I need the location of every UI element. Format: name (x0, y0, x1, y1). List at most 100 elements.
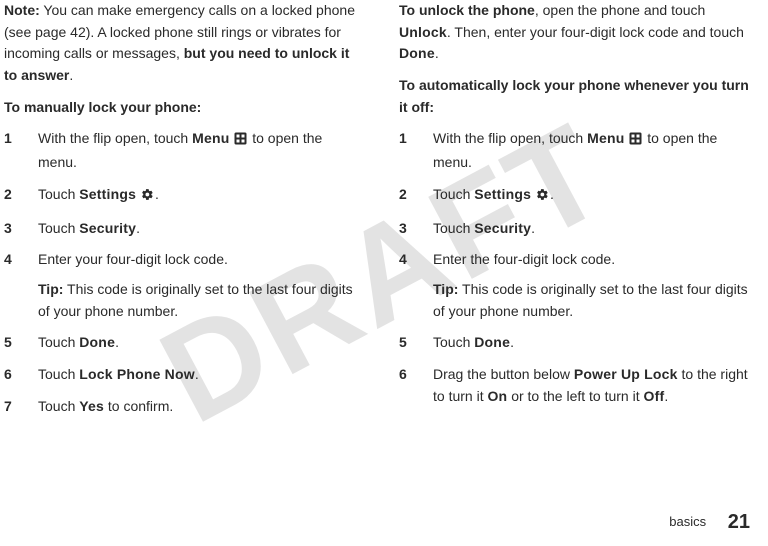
step-number: 4 (4, 249, 38, 322)
page-number: 21 (728, 511, 750, 533)
step-number: 5 (4, 332, 38, 354)
unlock-label: Unlock (399, 24, 447, 40)
step-body: Touch Done. (433, 332, 754, 354)
left-column: Note: You can make emergency calls on a … (4, 0, 359, 427)
text: . (435, 45, 439, 61)
tip-paragraph: Tip: This code is originally set to the … (433, 279, 754, 322)
page-footer: basics 21 (669, 507, 750, 538)
powerup-label: Power Up Lock (574, 366, 678, 382)
security-label: Security (79, 220, 136, 236)
list-item: 2 Touch Settings . (399, 184, 754, 208)
off-label: Off (644, 388, 665, 404)
page-content: Note: You can make emergency calls on a … (0, 0, 768, 427)
text: This code is originally set to the last … (433, 281, 748, 319)
lockphone-label: Lock Phone Now (79, 366, 195, 382)
text: Drag the button below (433, 366, 574, 382)
text: . (136, 220, 140, 236)
step-number: 3 (399, 218, 433, 240)
on-label: On (487, 388, 507, 404)
tip-paragraph: Tip: This code is originally set to the … (38, 279, 359, 322)
text: With the flip open, touch (38, 130, 192, 146)
text: to confirm. (104, 398, 173, 414)
text: Touch (433, 334, 474, 350)
gear-icon (536, 186, 549, 208)
security-label: Security (474, 220, 531, 236)
step-number: 2 (399, 184, 433, 208)
step-number: 5 (399, 332, 433, 354)
settings-label: Settings (79, 186, 136, 202)
step-body: With the flip open, touch Menu to open t… (433, 128, 754, 173)
auto-lock-heading: To automatically lock your phone wheneve… (399, 75, 754, 118)
step-number: 6 (4, 364, 38, 386)
step-body: Enter your four-digit lock code. Tip: Th… (38, 249, 359, 322)
step-body: Touch Yes to confirm. (38, 396, 359, 418)
step-number: 3 (4, 218, 38, 240)
text: Touch (38, 398, 79, 414)
text: . (531, 220, 535, 236)
text: . (155, 186, 159, 202)
list-item: 1 With the flip open, touch Menu to open… (399, 128, 754, 173)
step-body: Touch Settings . (38, 184, 359, 208)
step-body: Touch Security. (433, 218, 754, 240)
unlock-heading: To unlock the phone (399, 2, 535, 18)
done-label: Done (474, 334, 510, 350)
note-label: Note: (4, 2, 40, 18)
step-number: 2 (4, 184, 38, 208)
text: . (664, 388, 668, 404)
text: Touch (38, 186, 79, 202)
menu-grid-icon (629, 130, 642, 152)
tip-label: Tip: (38, 281, 63, 297)
step-body: Touch Settings . (433, 184, 754, 208)
step-body: Touch Security. (38, 218, 359, 240)
list-item: 4 Enter your four-digit lock code. Tip: … (4, 249, 359, 322)
auto-lock-steps: 1 With the flip open, touch Menu to open… (399, 128, 754, 407)
note-paragraph: Note: You can make emergency calls on a … (4, 0, 359, 87)
text: Enter your four-digit lock code. (38, 251, 228, 267)
yes-label: Yes (79, 398, 104, 414)
list-item: 2 Touch Settings . (4, 184, 359, 208)
step-body: With the flip open, touch Menu to open t… (38, 128, 359, 173)
note-body-c: . (69, 67, 73, 83)
gear-icon (141, 186, 154, 208)
text: Touch (38, 366, 79, 382)
step-body: Drag the button below Power Up Lock to t… (433, 364, 754, 407)
list-item: 3 Touch Security. (4, 218, 359, 240)
done-label: Done (79, 334, 115, 350)
list-item: 1 With the flip open, touch Menu to open… (4, 128, 359, 173)
menu-label: Menu (192, 130, 229, 146)
text: Touch (38, 220, 79, 236)
step-number: 7 (4, 396, 38, 418)
text: . (550, 186, 554, 202)
text: Enter the four-digit lock code. (433, 251, 615, 267)
manual-lock-steps: 1 With the flip open, touch Menu to open… (4, 128, 359, 417)
text: , open the phone and touch (535, 2, 705, 18)
step-body: Touch Done. (38, 332, 359, 354)
unlock-paragraph: To unlock the phone, open the phone and … (399, 0, 754, 65)
step-number: 6 (399, 364, 433, 407)
manual-lock-heading: To manually lock your phone: (4, 97, 359, 119)
text: This code is originally set to the last … (38, 281, 353, 319)
step-body: Enter the four-digit lock code. Tip: Thi… (433, 249, 754, 322)
text: . (115, 334, 119, 350)
text: or to the left to turn it (507, 388, 643, 404)
step-number: 1 (399, 128, 433, 173)
text: . (195, 366, 199, 382)
text: . (510, 334, 514, 350)
step-body: Touch Lock Phone Now. (38, 364, 359, 386)
list-item: 6 Drag the button below Power Up Lock to… (399, 364, 754, 407)
text: Touch (433, 186, 474, 202)
step-number: 4 (399, 249, 433, 322)
menu-grid-icon (234, 130, 247, 152)
text: With the flip open, touch (433, 130, 587, 146)
list-item: 5 Touch Done. (4, 332, 359, 354)
list-item: 6 Touch Lock Phone Now. (4, 364, 359, 386)
list-item: 4 Enter the four-digit lock code. Tip: T… (399, 249, 754, 322)
right-column: To unlock the phone, open the phone and … (399, 0, 754, 427)
footer-section: basics (669, 514, 706, 529)
list-item: 3 Touch Security. (399, 218, 754, 240)
text: . Then, enter your four-digit lock code … (447, 24, 744, 40)
list-item: 7 Touch Yes to confirm. (4, 396, 359, 418)
done-label: Done (399, 45, 435, 61)
tip-label: Tip: (433, 281, 458, 297)
text: Touch (433, 220, 474, 236)
